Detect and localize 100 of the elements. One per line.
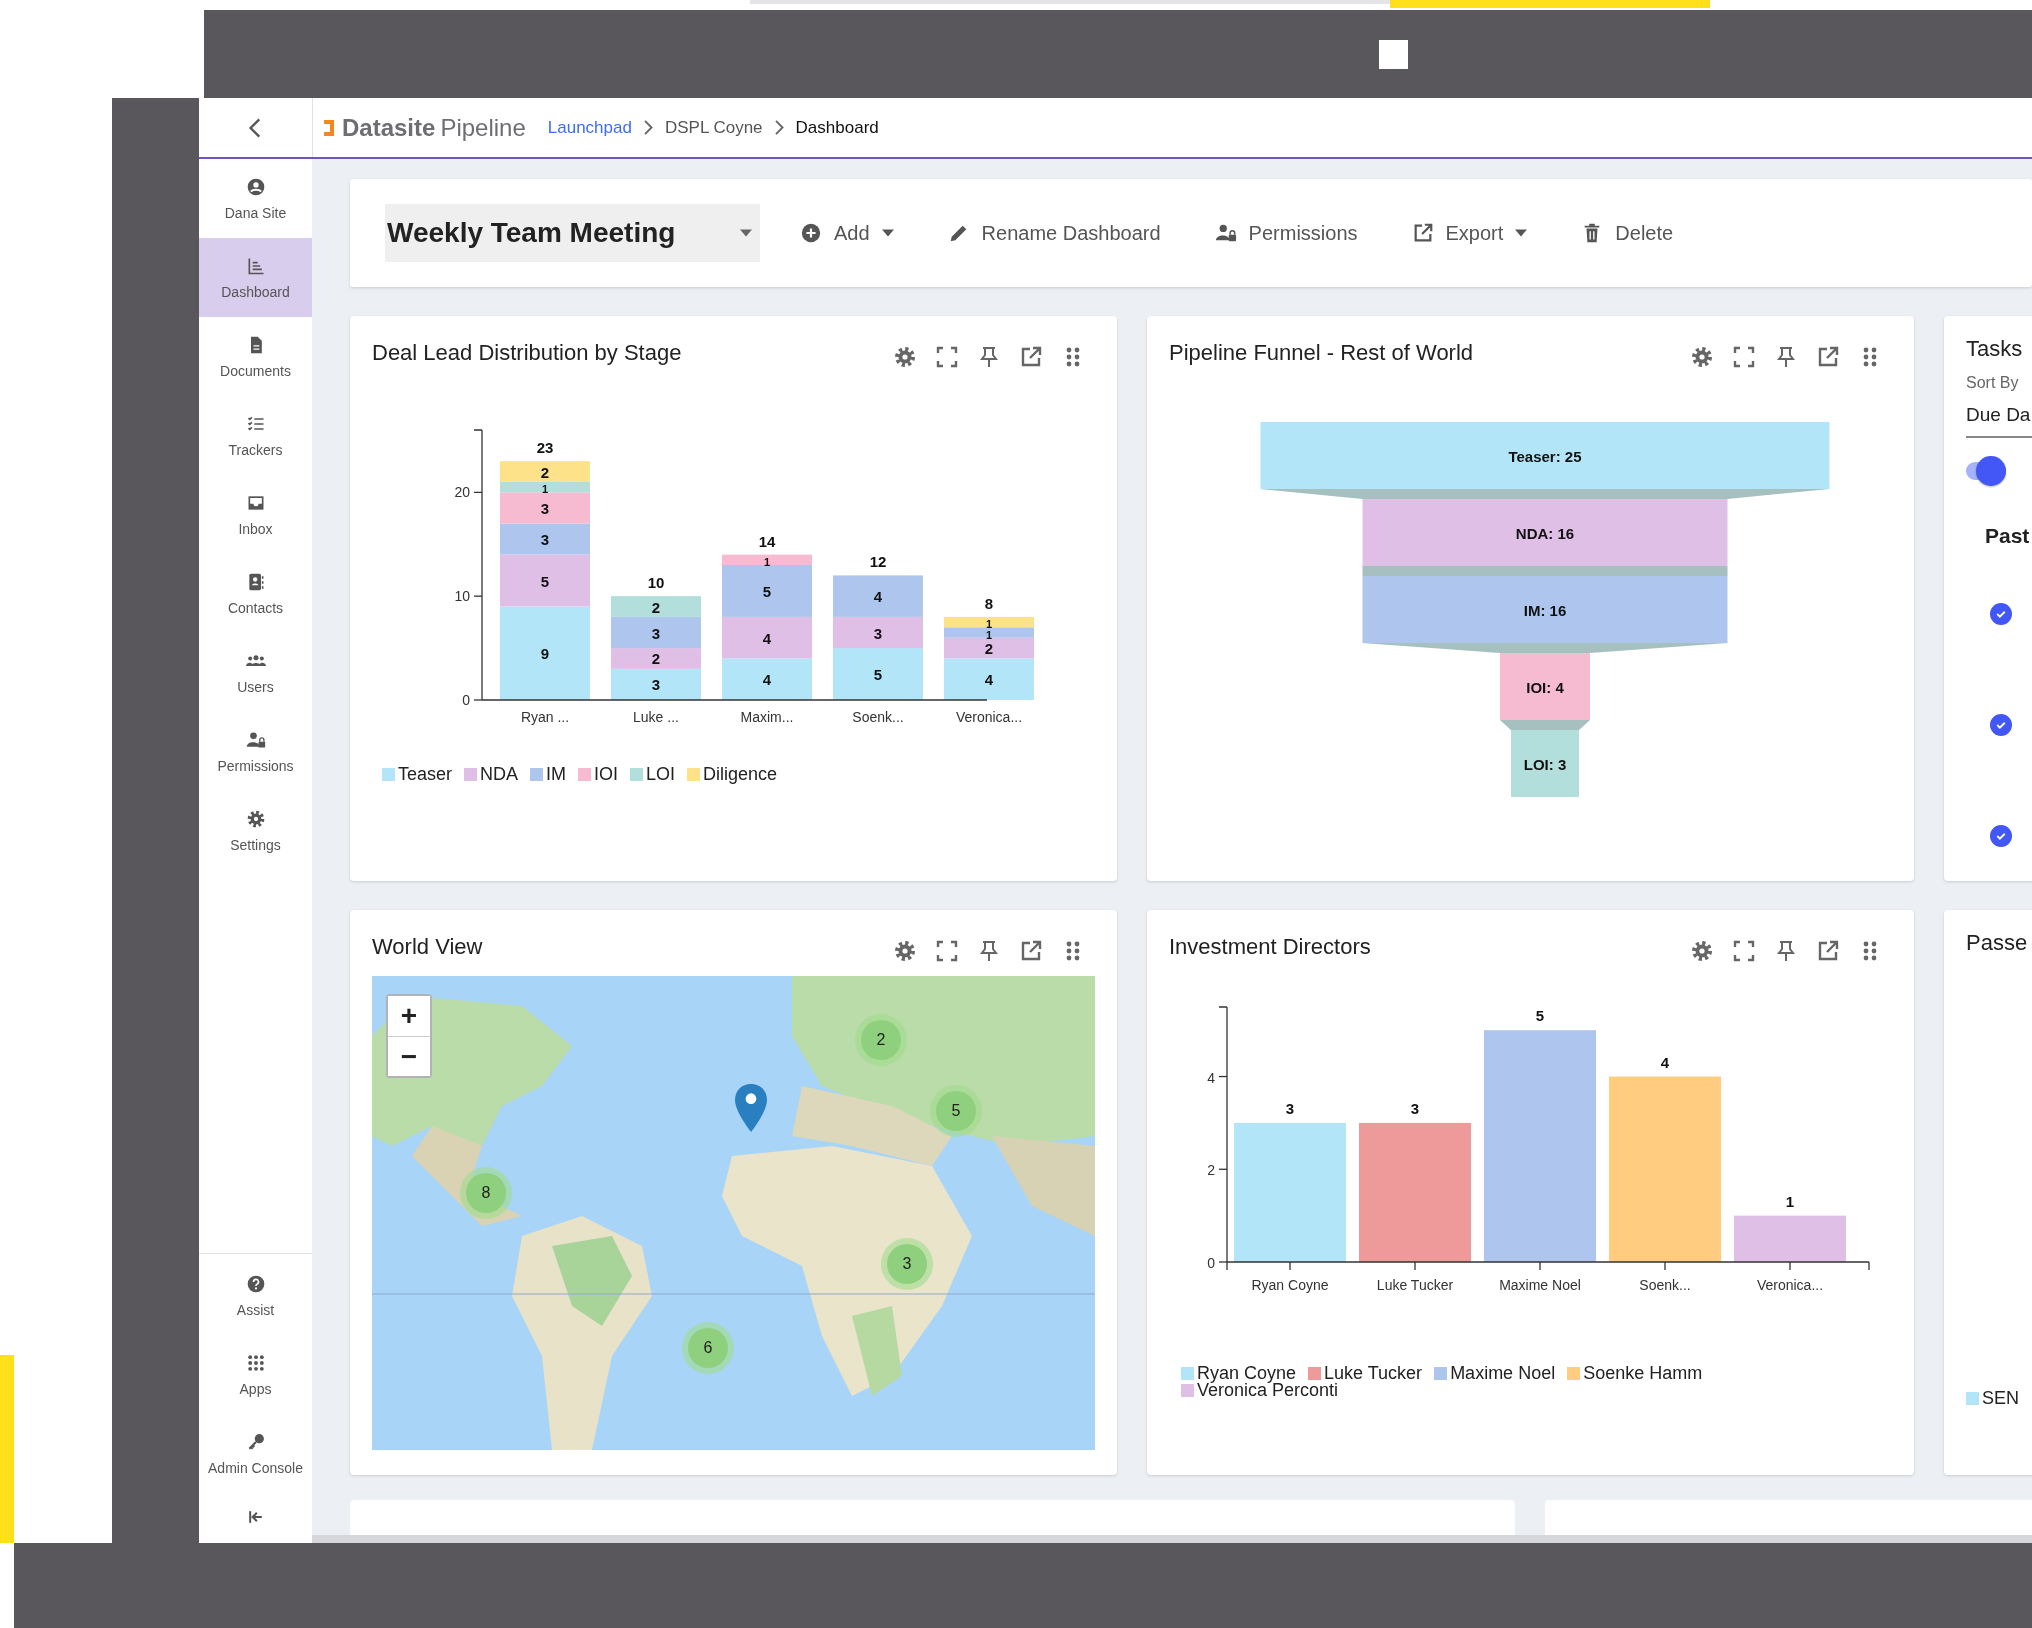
toolbar-button[interactable]: Permissions <box>1202 213 1370 253</box>
section-heading: Past <box>1985 524 2031 548</box>
axis-label: Soenk... <box>852 709 904 725</box>
value-label: 5 <box>1535 1007 1545 1025</box>
total-label: 12 <box>869 553 887 571</box>
widget-title: Deal Lead Distribution by Stage <box>372 340 682 366</box>
widget-title: World View <box>372 934 483 960</box>
pin-icon[interactable] <box>1774 345 1798 369</box>
legend-item: NDA <box>464 764 519 785</box>
value-label: 2 <box>651 650 661 668</box>
value-label: 4 <box>762 671 772 689</box>
settings-icon[interactable] <box>893 345 917 369</box>
axis-label: 20 <box>454 484 470 501</box>
caret-icon <box>740 229 752 237</box>
funnel-label: NDA: 16 <box>1515 525 1575 542</box>
external-icon[interactable] <box>1816 345 1840 369</box>
map-pin-icon[interactable] <box>735 1084 767 1132</box>
axis-label: 0 <box>462 692 470 708</box>
settings-icon[interactable] <box>1690 345 1714 369</box>
value-label: 5 <box>873 666 883 684</box>
axis-label: 10 <box>454 588 470 605</box>
square-icon <box>1379 39 1408 69</box>
axis-label: Veronica... <box>955 709 1023 725</box>
scrollbar[interactable] <box>312 1535 2032 1543</box>
breadcrumb-link[interactable]: Launchpad <box>547 117 632 138</box>
toggle-switch[interactable] <box>1966 456 2006 486</box>
legend-item: IOI <box>578 764 619 785</box>
external-icon[interactable] <box>1816 939 1840 963</box>
funnel-label: IM: 16 <box>1523 602 1567 619</box>
pin-icon[interactable] <box>977 939 1001 963</box>
axis-label: Maxim... <box>740 709 794 725</box>
legend-item: LOI <box>630 764 676 785</box>
logo-text: Datasite <box>342 113 436 142</box>
toolbar-button[interactable]: Add <box>788 213 906 253</box>
toolbar-button[interactable]: Rename Dashboard <box>935 213 1173 253</box>
legend-item: Diligence <box>687 764 778 785</box>
external-icon[interactable] <box>1019 939 1043 963</box>
sidebar-item[interactable]: Trackers <box>199 396 312 475</box>
sidebar-item[interactable]: Permissions <box>199 712 312 791</box>
toolbar-button[interactable]: Export <box>1399 213 1540 253</box>
external-icon[interactable] <box>1019 345 1043 369</box>
sidebar-item[interactable]: Inbox <box>199 475 312 554</box>
sidebar-item[interactable]: Dana Site <box>199 159 312 238</box>
toolbar-button[interactable]: Delete <box>1569 213 1686 253</box>
plus-icon <box>800 222 822 244</box>
value-label: 1 <box>985 618 993 631</box>
axis-label: Luke ... <box>633 709 679 725</box>
sidebar-item[interactable]: Apps <box>199 1335 312 1414</box>
help-icon <box>245 1273 266 1294</box>
sidebar-item[interactable]: Users <box>199 633 312 712</box>
breadcrumb-link[interactable]: Dashboard <box>795 117 879 138</box>
check-icon[interactable] <box>1990 714 2012 736</box>
total-label: 23 <box>536 439 554 457</box>
legend-item: Teaser <box>382 764 453 785</box>
zoom-out-button[interactable]: − <box>388 1036 430 1076</box>
dashboard-select[interactable]: Weekly Team Meeting <box>385 204 760 262</box>
sidebar-item[interactable]: Admin Console <box>199 1414 312 1493</box>
legend-item: Luke Tucker <box>1308 1365 1423 1382</box>
funnel-label: IOI: 4 <box>1526 679 1564 696</box>
check-icon[interactable] <box>1990 825 2012 847</box>
chevron-icon <box>774 120 784 135</box>
sidebar-item[interactable]: Settings <box>199 791 312 870</box>
logo-icon <box>324 117 336 138</box>
sidebar-item[interactable]: Contacts <box>199 554 312 633</box>
value-label: 4 <box>762 629 772 647</box>
expand-icon[interactable] <box>935 939 959 963</box>
user-circle-icon <box>245 176 266 197</box>
value-label: 3 <box>1410 1099 1420 1117</box>
sidebar-item[interactable]: Documents <box>199 317 312 396</box>
expand-icon[interactable] <box>1732 345 1756 369</box>
expand-icon[interactable] <box>1732 939 1756 963</box>
value-label: 3 <box>1285 1099 1295 1117</box>
check-icon[interactable] <box>1990 603 2012 625</box>
pin-icon[interactable] <box>977 345 1001 369</box>
value-label: 3 <box>651 624 661 642</box>
axis-label: Ryan Coyne <box>1251 1277 1329 1293</box>
value-label: 1 <box>763 555 771 568</box>
axis-label: Soenk... <box>1639 1277 1691 1293</box>
value-label: 2 <box>651 598 661 616</box>
funnel-label: LOI: 3 <box>1523 756 1567 773</box>
total-label: 10 <box>647 574 665 592</box>
legend-item: Ryan Coyne <box>1181 1365 1297 1382</box>
expand-icon[interactable] <box>935 345 959 369</box>
value-label: 4 <box>873 588 883 606</box>
settings-icon[interactable] <box>1690 939 1714 963</box>
breadcrumb-link[interactable]: DSPL Coyne <box>664 117 763 138</box>
axis-label: Maxime Noel <box>1499 1277 1581 1293</box>
settings-icon[interactable] <box>893 939 917 963</box>
sidebar-item[interactable]: Assist <box>199 1256 312 1335</box>
sidebar-item[interactable]: Dashboard <box>199 238 312 317</box>
caret-icon <box>1515 229 1528 237</box>
sort-select[interactable]: Due Da <box>1966 396 2032 438</box>
widget-title: Tasks <box>1966 336 2024 362</box>
pin-icon[interactable] <box>1774 939 1798 963</box>
funnel-label: Teaser: 25 <box>1508 448 1582 465</box>
value-label: 4 <box>1660 1053 1670 1071</box>
axis-label: Ryan ... <box>520 709 570 725</box>
legend-item: Veronica Perconti <box>1181 1382 1339 1399</box>
value-label: 4 <box>984 671 994 689</box>
legend-item: IM <box>530 764 567 785</box>
